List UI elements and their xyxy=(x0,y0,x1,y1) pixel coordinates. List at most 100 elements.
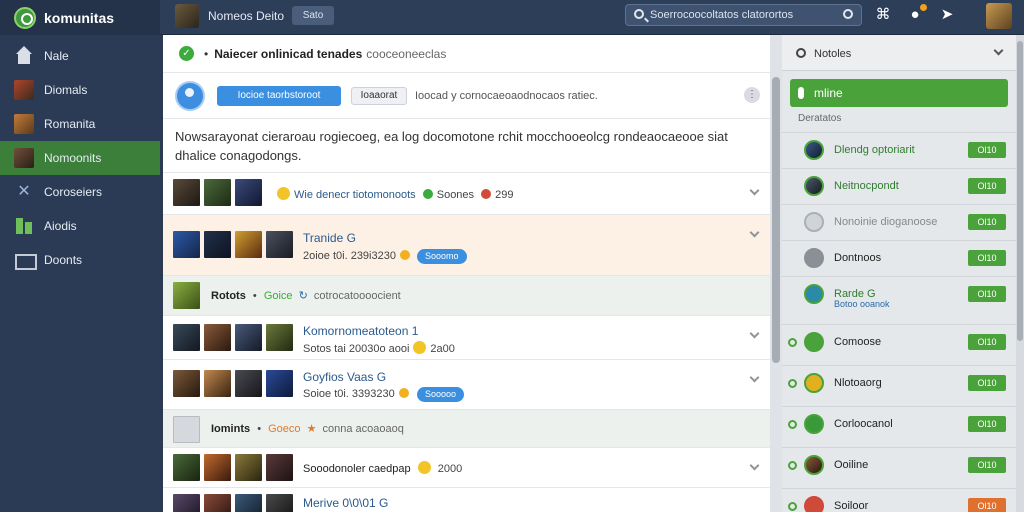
avatar[interactable] xyxy=(804,284,824,304)
friend-item[interactable]: Nlotoaorg Ol10 xyxy=(782,365,1016,406)
friend-action-button[interactable]: Ol10 xyxy=(968,334,1006,350)
feed-scrollbar[interactable] xyxy=(770,35,782,512)
row-title[interactable]: Iomints xyxy=(211,423,250,435)
feed-row[interactable]: Wie denecr tiotomonoots Soones 299 xyxy=(163,173,770,215)
friend-action-button[interactable]: Ol10 xyxy=(968,416,1006,432)
chevron-down-icon[interactable] xyxy=(749,460,760,471)
group-thumbnail[interactable] xyxy=(173,416,200,443)
game-thumbnail[interactable] xyxy=(266,454,293,481)
avatar[interactable] xyxy=(804,140,824,160)
friend-item[interactable]: Dontnoos Ol10 xyxy=(782,240,1016,276)
row-title[interactable]: Tranide G xyxy=(303,231,356,245)
friend-item[interactable]: Dlendg optoriarit Ol10 xyxy=(782,132,1016,168)
game-thumbnail[interactable] xyxy=(235,454,262,481)
game-thumbnail[interactable] xyxy=(266,324,293,351)
friend-item[interactable]: Ooiline Ol10 xyxy=(782,447,1016,488)
game-thumbnail[interactable] xyxy=(173,370,200,397)
chevron-down-icon[interactable] xyxy=(749,328,760,339)
sidebar-item-community[interactable]: Romanita xyxy=(0,107,160,141)
avatar[interactable] xyxy=(804,332,824,352)
online-status-button[interactable]: mline xyxy=(790,79,1008,107)
game-thumbnail[interactable] xyxy=(235,324,262,351)
status-badge[interactable]: Sooooo xyxy=(417,387,465,402)
avatar[interactable] xyxy=(804,414,824,434)
feed-row[interactable]: Komornomeatoteon 1 Sotos tai 20030o aooi… xyxy=(163,316,770,360)
composer-avatar[interactable] xyxy=(175,81,205,111)
sidebar-item-home[interactable]: Nale xyxy=(0,39,160,73)
chevron-down-icon[interactable] xyxy=(993,45,1004,56)
game-thumbnail[interactable] xyxy=(204,324,231,351)
row-title[interactable]: Sooodonoler caedpap xyxy=(303,463,411,475)
game-thumbnail[interactable] xyxy=(173,231,200,258)
friend-item[interactable]: Nonoinie dioganoose Ol10 xyxy=(782,204,1016,240)
sidebar-item-tools[interactable]: ✕ Coroseiers xyxy=(0,175,160,209)
notification-icon[interactable]: ● xyxy=(906,4,927,24)
row-title[interactable]: Merive 0\0\01 G xyxy=(303,496,388,510)
friend-action-button[interactable]: Ol10 xyxy=(968,250,1006,266)
game-thumbnail[interactable] xyxy=(266,494,293,512)
row-title[interactable]: Komornomeatoteon 1 xyxy=(303,324,418,338)
game-thumbnail[interactable] xyxy=(235,494,262,512)
game-thumbnail[interactable] xyxy=(204,179,231,206)
chevron-down-icon[interactable] xyxy=(749,185,760,196)
feed-row[interactable]: Iomints • Goeco ★ conna acoaoaoq xyxy=(163,410,770,448)
avatar[interactable] xyxy=(804,373,824,393)
feed-row[interactable]: Goyfios Vaas G Soioe t0i. 3393230 Sooooo xyxy=(163,360,770,410)
post-button[interactable]: Iocioe taorbstoroot xyxy=(217,86,341,106)
friend-item[interactable]: Rarde G Botoo ooanok Ol10 xyxy=(782,276,1016,324)
avatar[interactable] xyxy=(804,248,824,268)
search-icon[interactable] xyxy=(796,48,806,58)
game-thumbnail[interactable] xyxy=(204,494,231,512)
user-avatar[interactable] xyxy=(986,3,1012,29)
sidebar-item-groups[interactable]: Nomoonits xyxy=(0,141,160,175)
game-thumbnail[interactable] xyxy=(173,179,200,206)
friend-item[interactable]: Comoose Ol10 xyxy=(782,324,1016,365)
avatar[interactable] xyxy=(804,212,824,232)
friend-item[interactable]: Soiloor Ol10 xyxy=(782,488,1016,512)
friend-action-button[interactable]: Ol10 xyxy=(968,178,1006,194)
friend-action-button[interactable]: Ol10 xyxy=(968,457,1006,473)
group-thumbnail[interactable] xyxy=(173,282,200,309)
controller-icon[interactable]: ⌘ xyxy=(874,6,892,24)
game-thumbnail[interactable] xyxy=(204,231,231,258)
friend-action-button[interactable]: Ol10 xyxy=(968,286,1006,302)
game-thumbnail[interactable] xyxy=(235,231,262,258)
filter-button[interactable]: Ioaaorat xyxy=(351,87,407,105)
game-thumbnail[interactable] xyxy=(173,494,200,512)
game-thumbnail[interactable] xyxy=(204,454,231,481)
game-thumbnail[interactable] xyxy=(266,370,293,397)
brand[interactable]: komunitas xyxy=(0,0,160,35)
row-title[interactable]: Rotots xyxy=(211,290,246,302)
search-bar[interactable]: Soerrocoocoltatos clatorortos xyxy=(625,4,862,26)
avatar[interactable] xyxy=(804,496,824,512)
row-title[interactable]: Goyfios Vaas G xyxy=(303,370,386,384)
game-thumbnail[interactable] xyxy=(235,370,262,397)
friend-item[interactable]: Corloocanol Ol10 xyxy=(782,406,1016,447)
friends-scrollbar[interactable] xyxy=(1016,35,1024,512)
friend-action-button[interactable]: Ol10 xyxy=(968,214,1006,230)
feed-row[interactable]: Merive 0\0\01 G xyxy=(163,488,770,512)
chevron-down-icon[interactable] xyxy=(749,227,760,238)
status-badge[interactable]: Sooomo xyxy=(417,249,467,264)
feed-row[interactable]: Rotots • Goice ↻ cotrocatoooocient xyxy=(163,276,770,316)
feed-row[interactable]: Tranide G 2oioe t0i. 239i3230 Sooomo xyxy=(163,215,770,276)
friends-panel-header[interactable]: Notoles xyxy=(782,35,1016,71)
friends-scrollbar-thumb[interactable] xyxy=(1017,41,1023,341)
game-thumbnail[interactable] xyxy=(235,179,262,206)
friend-action-button[interactable]: Ol10 xyxy=(968,142,1006,158)
search-submit-icon[interactable] xyxy=(843,9,853,19)
status-pill-button[interactable]: Sato xyxy=(292,6,334,25)
send-icon[interactable]: ➤ xyxy=(938,6,956,24)
friend-item[interactable]: Neitnocpondt Ol10 xyxy=(782,168,1016,204)
sidebar-item-stats[interactable]: Aiodis xyxy=(0,209,160,243)
sidebar-item-games[interactable]: Diomals xyxy=(0,73,160,107)
search-input[interactable]: Soerrocoocoltatos clatorortos xyxy=(650,9,793,21)
game-thumbnail[interactable] xyxy=(266,231,293,258)
friend-action-button[interactable]: Ol10 xyxy=(968,498,1006,512)
row-title[interactable]: Wie denecr tiotomonoots xyxy=(294,189,416,201)
info-icon[interactable]: ⋮ xyxy=(744,87,760,103)
sidebar-item-mail[interactable]: Doonts xyxy=(0,243,160,277)
page-avatar[interactable] xyxy=(175,4,199,28)
feed-scrollbar-thumb[interactable] xyxy=(772,77,780,363)
game-thumbnail[interactable] xyxy=(204,370,231,397)
